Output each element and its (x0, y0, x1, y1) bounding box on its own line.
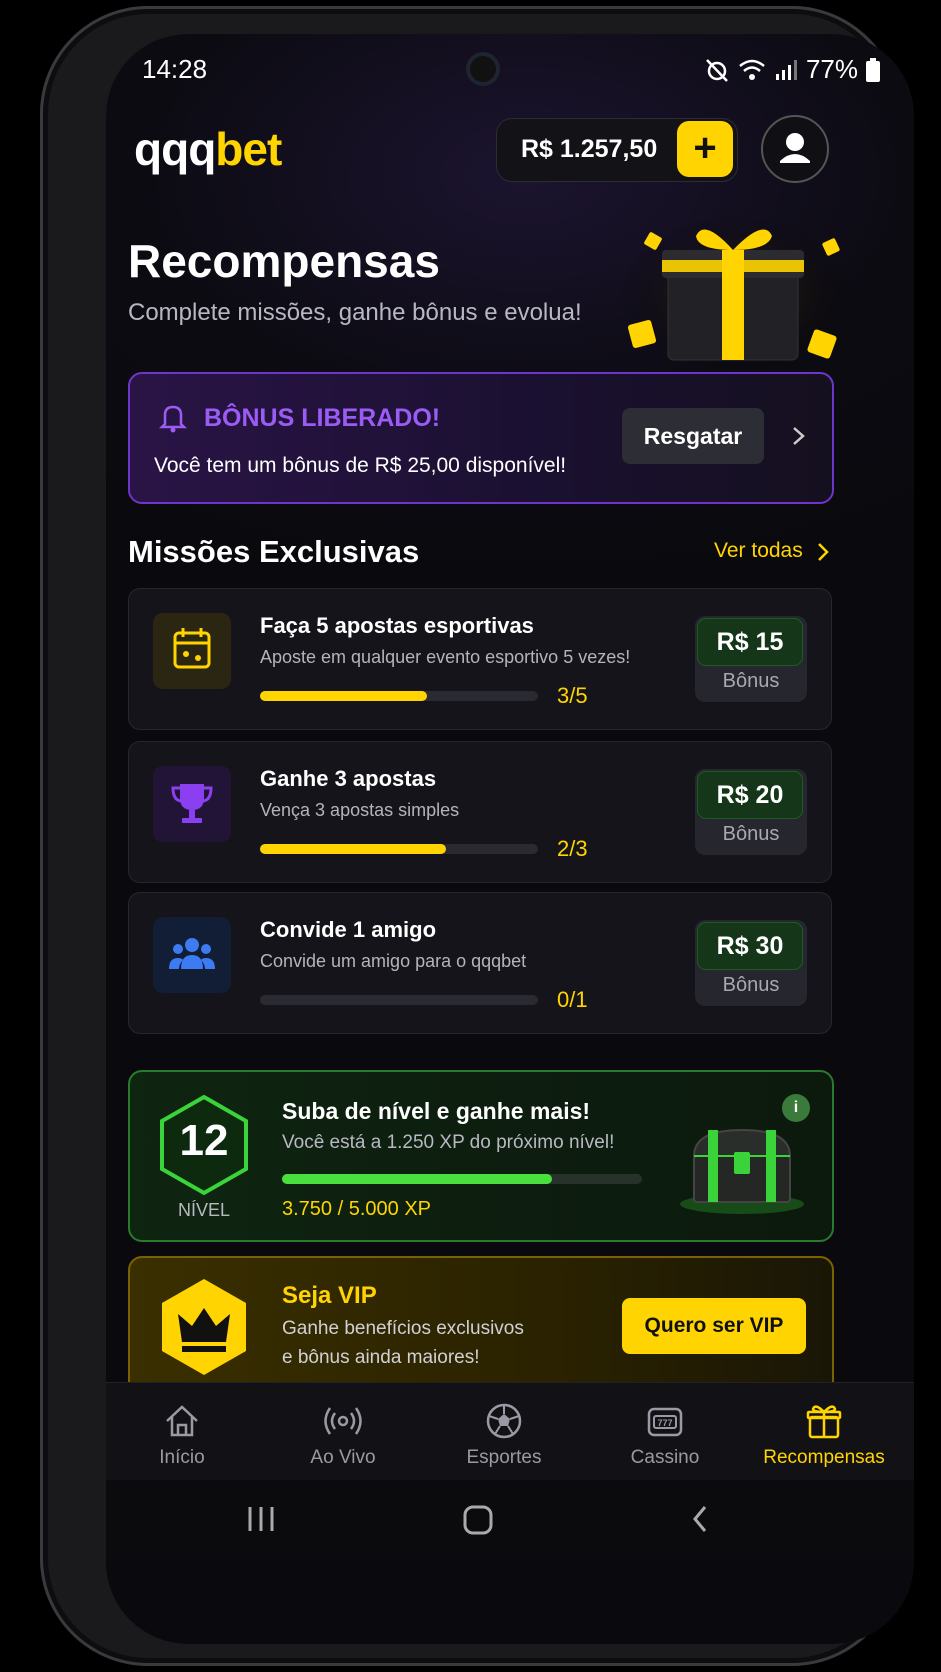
mission-progress-text: 3/5 (557, 683, 588, 708)
xp-progress-bar (282, 1174, 642, 1184)
reward-label: Bônus (722, 823, 780, 845)
user-icon (780, 133, 810, 163)
nav-item-ao-vivo[interactable]: Ao Vivo (263, 1383, 423, 1481)
gift-icon (806, 1405, 842, 1439)
nav-label: Início (159, 1447, 205, 1468)
mission-progress-text: 2/3 (557, 836, 588, 861)
vip-hexagon-icon (162, 1279, 246, 1375)
reward-value: R$ 20 (697, 771, 803, 819)
level-number: 12 (179, 1116, 229, 1165)
mission-desc: Convide um amigo para o qqqbet (260, 951, 527, 971)
mission-desc: Vença 3 apostas simples (260, 800, 460, 820)
vip-button[interactable]: Quero ser VIP (622, 1298, 806, 1354)
level-label: NÍVEL (177, 1200, 231, 1220)
xp-text: 3.750 / 5.000 XP (282, 1198, 432, 1220)
screen: 14:28 77% qqqbet R$ 1.257,50 + Recompens… (106, 34, 914, 1644)
wifi-icon (739, 59, 765, 80)
mission-progress-bar (260, 995, 538, 1005)
nav-label: Cassino (630, 1447, 700, 1468)
mission-card[interactable]: Convide 1 amigo Convide um amigo para o … (128, 892, 832, 1034)
mission-title: Faça 5 apostas esportivas (260, 613, 534, 638)
bonus-title: BÔNUS LIBERADO! (204, 404, 441, 432)
page-title: Recompensas (128, 235, 440, 287)
mission-desc: Aposte em qualquer evento esportivo 5 ve… (260, 647, 631, 667)
mission-icon-box (153, 613, 231, 689)
reward-label: Bônus (722, 670, 780, 692)
battery-icon (866, 57, 880, 82)
chevron-right-icon[interactable] (816, 540, 830, 564)
page-subtitle: Complete missões, ganhe bônus e evolua! (128, 299, 582, 326)
logo-text-a: qqq (134, 123, 216, 175)
gift-illustration (616, 214, 856, 374)
reward-badge: R$ 30 Bônus (695, 920, 807, 1006)
mission-progress-bar (260, 844, 538, 854)
missions-title: Missões Exclusivas (128, 534, 420, 569)
nav-item-recompensas[interactable]: Recompensas (744, 1383, 904, 1481)
calendar-icon (173, 628, 211, 669)
vip-desc: e bônus ainda maiores! (282, 1347, 480, 1368)
reward-value: R$ 15 (697, 618, 803, 666)
reward-label: Bônus (722, 974, 780, 996)
chevron-right-icon[interactable] (790, 418, 808, 454)
bonus-text: Você tem um bônus de R$ 25,00 disponível… (154, 454, 567, 477)
home-button-icon[interactable] (462, 1504, 494, 1536)
mission-title: Ganhe 3 apostas (260, 766, 437, 791)
status-time: 14:28 (142, 54, 208, 84)
logo-text-b: bet (215, 123, 282, 175)
svg-text:777: 777 (657, 1418, 672, 1428)
bell-icon (158, 405, 188, 433)
trophy-icon (171, 784, 213, 823)
balance-amount: R$ 1.257,50 (521, 135, 658, 163)
deposit-button[interactable]: + (677, 121, 733, 177)
mission-icon-box (153, 917, 231, 993)
nav-item-esportes[interactable]: Esportes (424, 1383, 584, 1481)
status-icons: 77% (704, 54, 880, 85)
front-camera (466, 52, 500, 86)
live-icon (324, 1407, 362, 1435)
reward-value: R$ 30 (697, 922, 803, 970)
reward-badge: R$ 15 Bônus (695, 616, 807, 702)
mission-card[interactable]: Faça 5 apostas esportivas Aposte em qual… (128, 588, 832, 730)
phone-frame: 14:28 77% qqqbet R$ 1.257,50 + Recompens… (40, 6, 914, 1666)
see-all-link[interactable]: Ver todas (714, 539, 803, 563)
treasure-chest-icon (680, 1128, 804, 1214)
mission-title: Convide 1 amigo (260, 917, 437, 942)
nav-label: Recompensas (763, 1447, 885, 1468)
nav-label: Ao Vivo (310, 1447, 376, 1468)
slot-machine-icon: 777 (647, 1407, 683, 1437)
level-desc: Você está a 1.250 XP do próximo nível! (282, 1132, 615, 1153)
back-icon[interactable] (690, 1504, 710, 1534)
mission-progress-fill (260, 691, 427, 701)
bottom-nav: Início Ao Vivo Esportes 777 Cassino Reco… (106, 1382, 914, 1481)
level-card[interactable]: 12 NÍVEL Suba de nível e ganhe mais! Voc… (128, 1070, 834, 1242)
vip-desc: Ganhe benefícios exclusivos (282, 1318, 524, 1339)
mission-icon-box (153, 766, 231, 842)
balance-pill[interactable]: R$ 1.257,50 + (496, 118, 738, 182)
profile-button[interactable] (761, 115, 829, 183)
nav-item-cassino[interactable]: 777 Cassino (585, 1383, 745, 1481)
redeem-button[interactable]: Resgatar (622, 408, 764, 464)
nav-label: Esportes (466, 1447, 542, 1468)
vip-title: Seja VIP (282, 1282, 377, 1309)
reward-badge: R$ 20 Bônus (695, 769, 807, 855)
alarm-off-icon (706, 58, 728, 82)
system-nav-bar (106, 1480, 914, 1560)
mission-progress-text: 0/1 (557, 987, 588, 1012)
bonus-card[interactable]: BÔNUS LIBERADO! Você tem um bônus de R$ … (128, 372, 834, 504)
battery-percent: 77% (805, 54, 858, 84)
level-title: Suba de nível e ganhe mais! (282, 1098, 591, 1124)
brand-logo[interactable]: qqqbet (134, 122, 282, 176)
users-icon (169, 938, 215, 969)
xp-progress-fill (282, 1174, 552, 1184)
mission-card[interactable]: Ganhe 3 apostas Vença 3 apostas simples … (128, 741, 832, 883)
mission-progress-bar (260, 691, 538, 701)
signal-icon (775, 59, 797, 80)
soccer-ball-icon (486, 1403, 522, 1439)
home-icon (166, 1405, 198, 1437)
nav-item-inicio[interactable]: Início (106, 1383, 262, 1481)
mission-progress-fill (260, 844, 447, 854)
recent-apps-icon[interactable] (244, 1504, 278, 1534)
